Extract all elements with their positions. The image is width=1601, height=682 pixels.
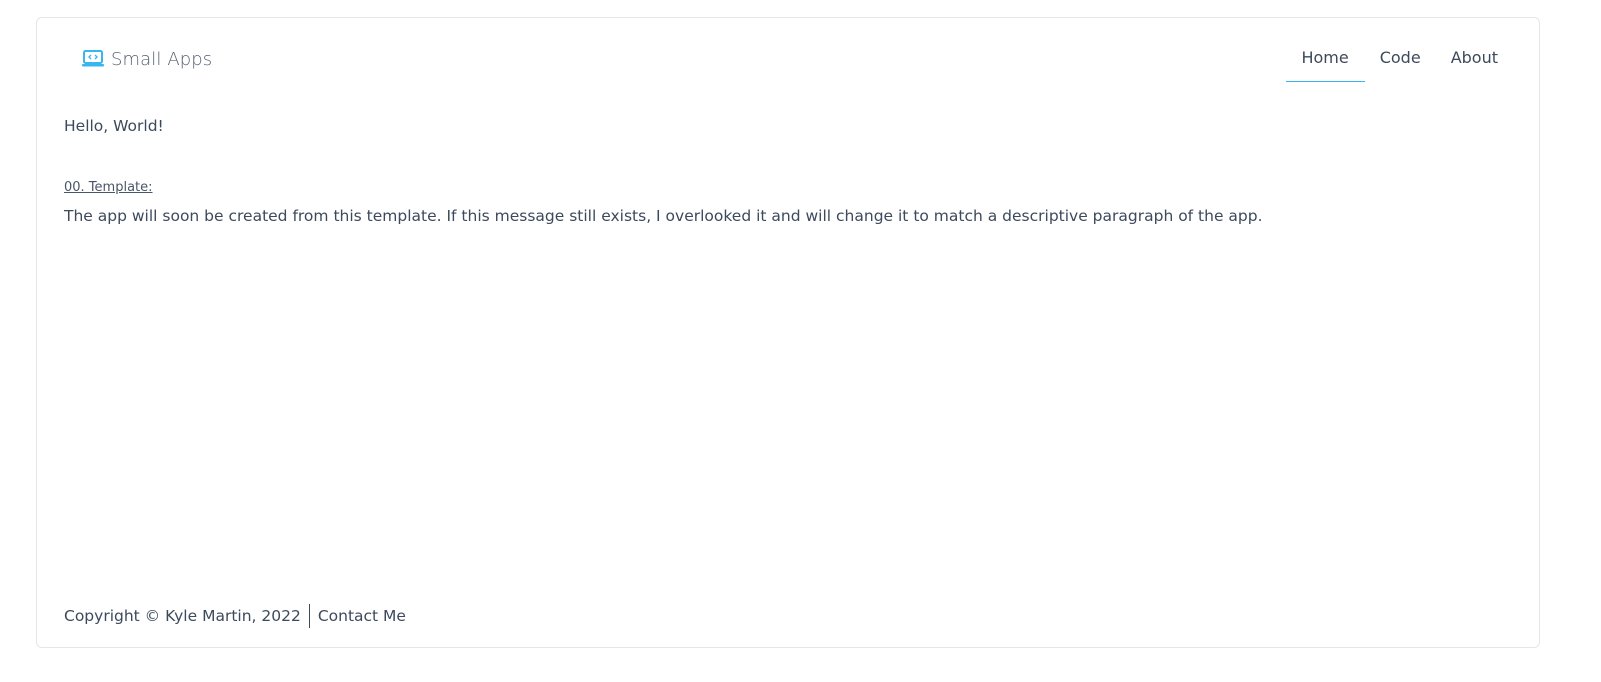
app-description: The app will soon be created from this t…: [64, 207, 1263, 225]
laptop-code-icon: [81, 49, 105, 69]
main-content: Hello, World! 00. Template: The app will…: [64, 114, 1512, 228]
nav-about[interactable]: About: [1436, 40, 1513, 82]
nav-code[interactable]: Code: [1365, 40, 1436, 82]
copyright-text: Copyright © Kyle Martin, 2022: [64, 607, 301, 625]
main-nav: Home Code About: [1286, 40, 1513, 82]
page-card: Small Apps Home Code About Hello, World!…: [36, 17, 1540, 648]
section-label: 00. Template:: [64, 180, 153, 195]
greeting-text: Hello, World!: [64, 117, 164, 135]
nav-home[interactable]: Home: [1286, 40, 1365, 82]
footer: Copyright © Kyle Martin, 2022 Contact Me: [64, 603, 406, 629]
brand[interactable]: Small Apps: [81, 46, 212, 72]
brand-name[interactable]: Small Apps: [111, 49, 212, 70]
footer-divider: [308, 604, 310, 628]
contact-me-link[interactable]: Contact Me: [318, 607, 406, 625]
